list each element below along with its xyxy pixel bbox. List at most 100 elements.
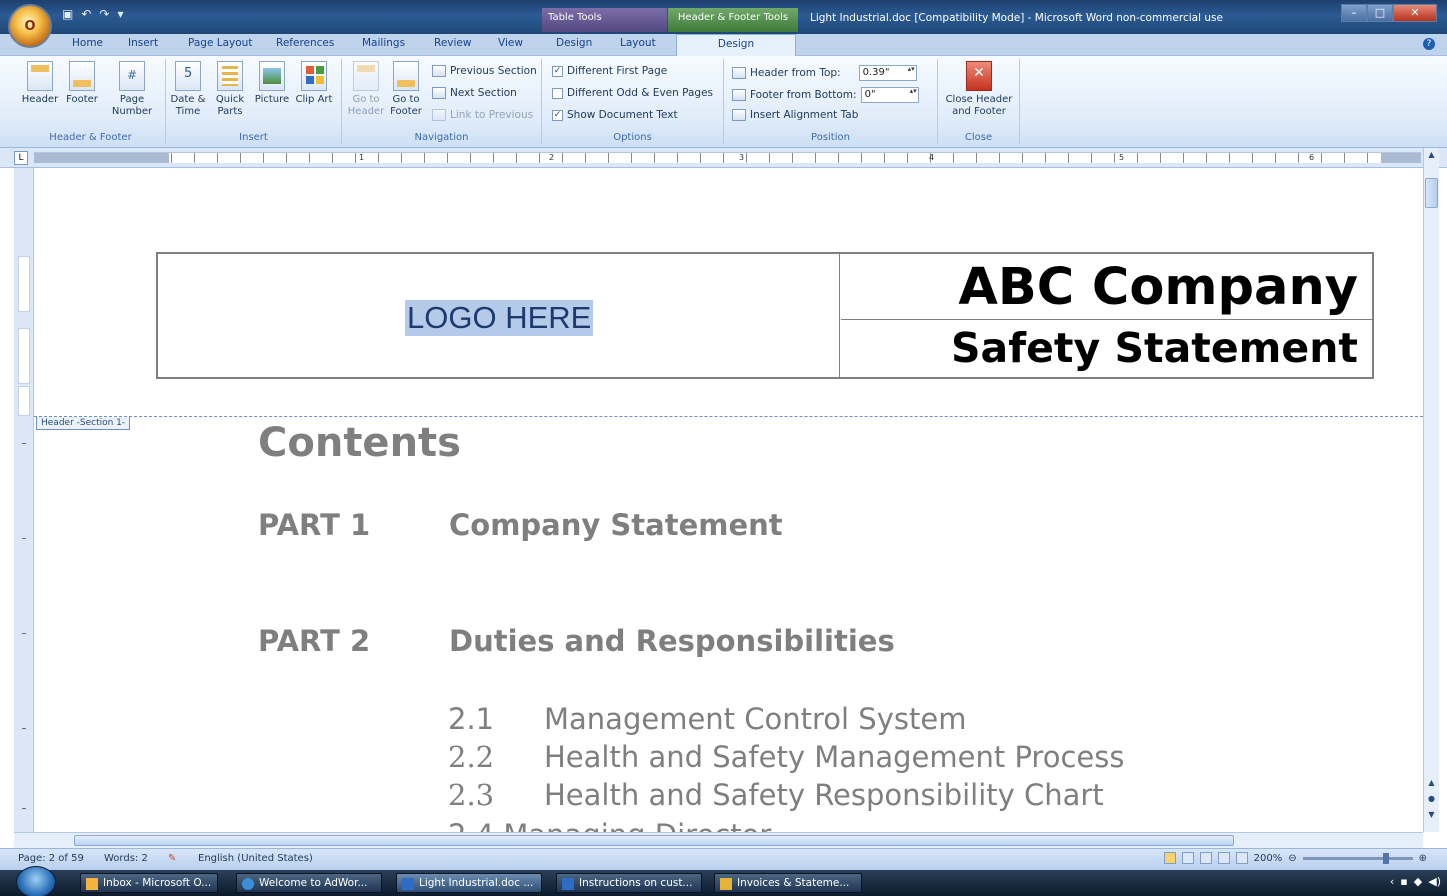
redo-icon[interactable]: ↷: [99, 7, 109, 21]
horizontal-scrollbar[interactable]: [14, 832, 1423, 848]
language-indicator[interactable]: English (United States): [198, 853, 313, 864]
tab-review[interactable]: Review: [434, 37, 471, 49]
next-section-icon: [432, 87, 446, 99]
link-to-previous-button[interactable]: Link to Previous: [432, 109, 533, 121]
close-icon: [966, 61, 992, 91]
vertical-scrollbar[interactable]: ▲ ▲ ● ▼: [1423, 148, 1439, 832]
picture-button[interactable]: Picture: [252, 61, 292, 106]
word-count[interactable]: Words: 2: [104, 853, 148, 864]
browse-object-icon[interactable]: ●: [1425, 794, 1438, 808]
taskbar-item-word[interactable]: Light Industrial.doc ...: [396, 873, 542, 893]
next-page-icon[interactable]: ▼: [1425, 810, 1438, 824]
undo-icon[interactable]: ↶: [81, 7, 91, 21]
logo-placeholder[interactable]: LOGO HERE: [405, 300, 594, 336]
tab-mailings[interactable]: Mailings: [362, 37, 405, 49]
outline-view-icon[interactable]: [1217, 852, 1230, 864]
tab-view[interactable]: View: [498, 37, 523, 49]
quick-parts-icon: [217, 61, 243, 91]
office-button[interactable]: O: [8, 4, 52, 48]
show-document-text-checkbox[interactable]: ✓ Show Document Text: [552, 109, 678, 121]
tray-expand-icon[interactable]: ‹: [1390, 875, 1394, 888]
security-icon[interactable]: ◆: [1414, 875, 1422, 888]
ribbon-tabs: Home Insert Page Layout References Maili…: [0, 34, 1447, 57]
taskbar-item-browser[interactable]: Welcome to AdWor...: [236, 873, 382, 893]
company-cell[interactable]: ABC Company: [841, 254, 1372, 320]
browser-icon: [242, 878, 254, 890]
tab-hf-design[interactable]: Design: [676, 34, 796, 57]
toc-part-row: PART 1 Company Statement: [258, 508, 783, 542]
date-time-button[interactable]: Date & Time: [168, 61, 208, 118]
subitem-number: 2.2: [448, 740, 495, 774]
full-screen-view-icon[interactable]: [1181, 852, 1194, 864]
statement-cell[interactable]: Safety Statement: [841, 320, 1372, 377]
different-odd-even-checkbox[interactable]: Different Odd & Even Pages: [552, 87, 713, 99]
tab-references[interactable]: References: [276, 37, 334, 49]
quick-parts-button[interactable]: Quick Parts: [210, 61, 250, 118]
zoom-out-icon[interactable]: ⊖: [1288, 853, 1296, 864]
next-section-button[interactable]: Next Section: [432, 87, 517, 99]
web-layout-view-icon[interactable]: [1199, 852, 1212, 864]
vertical-ruler: [14, 168, 34, 832]
footer-button[interactable]: Footer: [62, 61, 102, 106]
clip-art-button[interactable]: Clip Art: [294, 61, 334, 106]
quick-access-toolbar: ▣ ↶ ↷ ▾: [62, 7, 124, 21]
header-button[interactable]: Header: [20, 61, 60, 106]
tab-table-design[interactable]: Design: [556, 37, 592, 49]
taskbar-item-instructions[interactable]: Instructions on cust...: [556, 873, 702, 893]
toc-subitem-row-partial: 2.4 Managing Director: [448, 818, 771, 832]
header-boundary: [34, 416, 1423, 417]
tab-insert[interactable]: Insert: [128, 37, 158, 49]
page-number-button[interactable]: Page Number: [110, 61, 154, 118]
help-icon[interactable]: ?: [1423, 38, 1435, 50]
customize-icon[interactable]: ▾: [117, 7, 123, 21]
header-from-top-row: Header from Top: 0.39": [732, 65, 917, 81]
minimize-button[interactable]: –: [1341, 4, 1367, 22]
zoom-slider-knob[interactable]: [1382, 852, 1389, 864]
footer-from-bottom-spinner[interactable]: 0": [860, 87, 919, 103]
vruler-tick: [22, 443, 26, 444]
close-button[interactable]: ✕: [1393, 4, 1437, 22]
ruler-strip[interactable]: 1 2 3 4 5 6: [34, 152, 1421, 163]
different-first-page-checkbox[interactable]: ✓ Different First Page: [552, 65, 667, 77]
previous-page-icon[interactable]: ▲: [1425, 778, 1438, 792]
go-to-footer-button[interactable]: Go to Footer: [386, 61, 426, 118]
volume-icon[interactable]: ◀): [1428, 875, 1441, 888]
group-label-navigation: Navigation: [414, 132, 469, 143]
ruler-margin-left: [34, 153, 169, 163]
checkbox-checked-icon: ✓: [552, 109, 563, 121]
zoom-slider[interactable]: [1302, 852, 1413, 864]
print-layout-view-icon[interactable]: [1163, 852, 1176, 864]
close-header-footer-button[interactable]: Close Header and Footer: [944, 61, 1014, 118]
logo-cell[interactable]: LOGO HERE: [158, 254, 840, 377]
insert-alignment-tab-button[interactable]: Insert Alignment Tab: [732, 109, 858, 121]
toc-subitem-row: 2.3 Health and Safety Responsibility Char…: [448, 778, 1104, 812]
header-table[interactable]: LOGO HERE ABC Company Safety Statement: [156, 252, 1374, 379]
go-to-header-button[interactable]: Go to Header: [346, 61, 386, 118]
scroll-thumb[interactable]: [1425, 178, 1438, 208]
tab-table-layout[interactable]: Layout: [620, 37, 656, 49]
ribbon: Header Footer Page Number Header & Foote…: [0, 56, 1447, 148]
tab-home[interactable]: Home: [72, 37, 103, 49]
header-from-top-spinner[interactable]: 0.39": [858, 65, 917, 81]
taskbar-item-invoices[interactable]: Invoices & Stateme...: [714, 873, 862, 893]
taskbar-item-outlook[interactable]: Inbox - Microsoft O...: [80, 873, 218, 893]
zoom-in-icon[interactable]: ⊕: [1419, 853, 1427, 864]
zoom-level[interactable]: 200%: [1254, 853, 1283, 864]
proofing-icon[interactable]: ✎: [168, 853, 176, 864]
tab-page-layout[interactable]: Page Layout: [188, 37, 252, 49]
tab-selector[interactable]: L: [14, 151, 28, 165]
hscroll-thumb[interactable]: [74, 835, 1234, 846]
previous-section-button[interactable]: Previous Section: [432, 65, 537, 77]
contents-heading: Contents: [258, 420, 461, 466]
page-count[interactable]: Page: 2 of 59: [18, 853, 84, 864]
save-icon[interactable]: ▣: [62, 7, 73, 21]
start-button[interactable]: [16, 866, 56, 896]
group-close: Close Header and Footer Close: [938, 59, 1020, 145]
network-icon[interactable]: ▪: [1400, 875, 1407, 888]
draft-view-icon[interactable]: [1235, 852, 1248, 864]
picture-icon: [259, 61, 285, 91]
ruler-margin-right: [1381, 153, 1421, 163]
maximize-button[interactable]: □: [1367, 4, 1393, 22]
scroll-up-icon[interactable]: ▲: [1425, 150, 1438, 164]
document-page[interactable]: LOGO HERE ABC Company Safety Statement H…: [34, 168, 1423, 832]
